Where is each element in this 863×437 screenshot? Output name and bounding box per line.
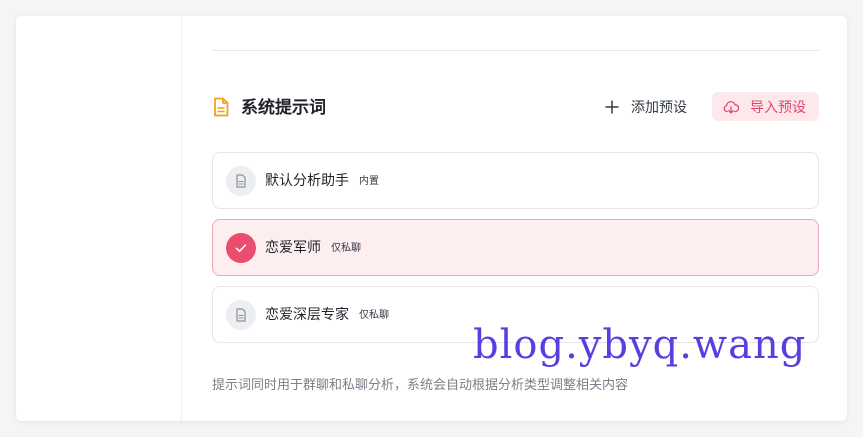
watermark: blog.ybyq.wang [473, 322, 807, 368]
file-icon [226, 166, 256, 196]
import-preset-label: 导入预设 [750, 99, 806, 116]
cloud-download-icon [723, 100, 739, 114]
check-icon [226, 233, 256, 263]
plus-icon [605, 100, 619, 114]
add-preset-label: 添加预设 [631, 100, 687, 116]
import-preset-button[interactable]: 导入预设 [712, 92, 819, 121]
preset-tag: 内置 [359, 176, 379, 187]
file-icon [226, 300, 256, 330]
divider [212, 50, 819, 51]
preset-tag: 仅私聊 [359, 310, 389, 321]
preset-name: 默认分析助手 [265, 173, 349, 189]
footer-note: 提示词同时用于群聊和私聊分析，系统会自动根据分析类型调整相关内容 [212, 378, 629, 393]
system-prompt-header: 系统提示词 添加预设 导入预设 [212, 92, 819, 123]
preset-tag: 仅私聊 [331, 243, 361, 254]
preset-item-love-advisor[interactable]: 恋爱军师 仅私聊 [212, 219, 819, 276]
preset-name: 恋爱军师 [265, 240, 321, 256]
add-preset-button[interactable]: 添加预设 [602, 93, 698, 121]
document-icon [214, 97, 229, 117]
section-title: 系统提示词 [241, 98, 326, 118]
preset-name: 恋爱深层专家 [265, 307, 349, 323]
sidebar [16, 16, 182, 421]
preset-item-default[interactable]: 默认分析助手 内置 [212, 152, 819, 209]
